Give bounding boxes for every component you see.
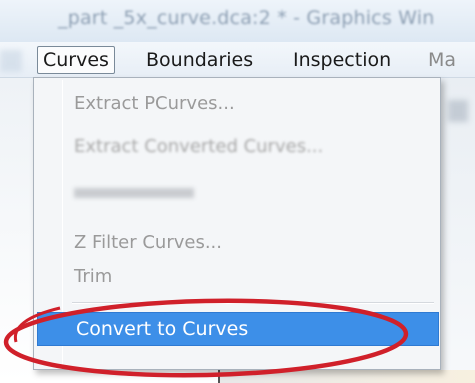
background-right-blur — [448, 100, 468, 122]
window-title: _part _5x_curve.dca:2 * - Graphics Win — [58, 7, 435, 29]
background-right — [441, 78, 475, 383]
menubar-left-edge — [0, 50, 22, 72]
menu-boundaries[interactable]: Boundaries — [141, 46, 258, 74]
convert-to-curves-label: Convert to Curves — [76, 318, 249, 340]
window-titlebar: _part _5x_curve.dca:2 * - Graphics Win — [0, 0, 475, 42]
menu-bar: Curves Boundaries Inspection Ma — [0, 42, 475, 78]
menu-separator — [72, 302, 434, 304]
menu-inspection[interactable]: Inspection — [288, 46, 396, 74]
menu-item-z-filter-curves[interactable]: Z Filter Curves... — [74, 229, 222, 257]
menu-item-convert-to-curves[interactable]: Convert to Curves — [37, 312, 439, 346]
background-bottom — [220, 370, 475, 383]
menu-item-trim[interactable]: Trim — [74, 263, 112, 291]
menu-truncated[interactable]: Ma — [423, 46, 461, 74]
menu-item-extract-converted-curves[interactable]: Extract Converted Curves... — [74, 133, 323, 161]
menu-item-obscured — [74, 188, 194, 198]
background-bottom-tick — [218, 370, 220, 383]
menu-item-extract-pcurves[interactable]: Extract PCurves... — [74, 90, 235, 118]
background-left — [0, 78, 33, 383]
menu-curves[interactable]: Curves — [37, 46, 115, 74]
curves-dropdown-menu: Extract PCurves... Extract Converted Cur… — [33, 77, 441, 370]
